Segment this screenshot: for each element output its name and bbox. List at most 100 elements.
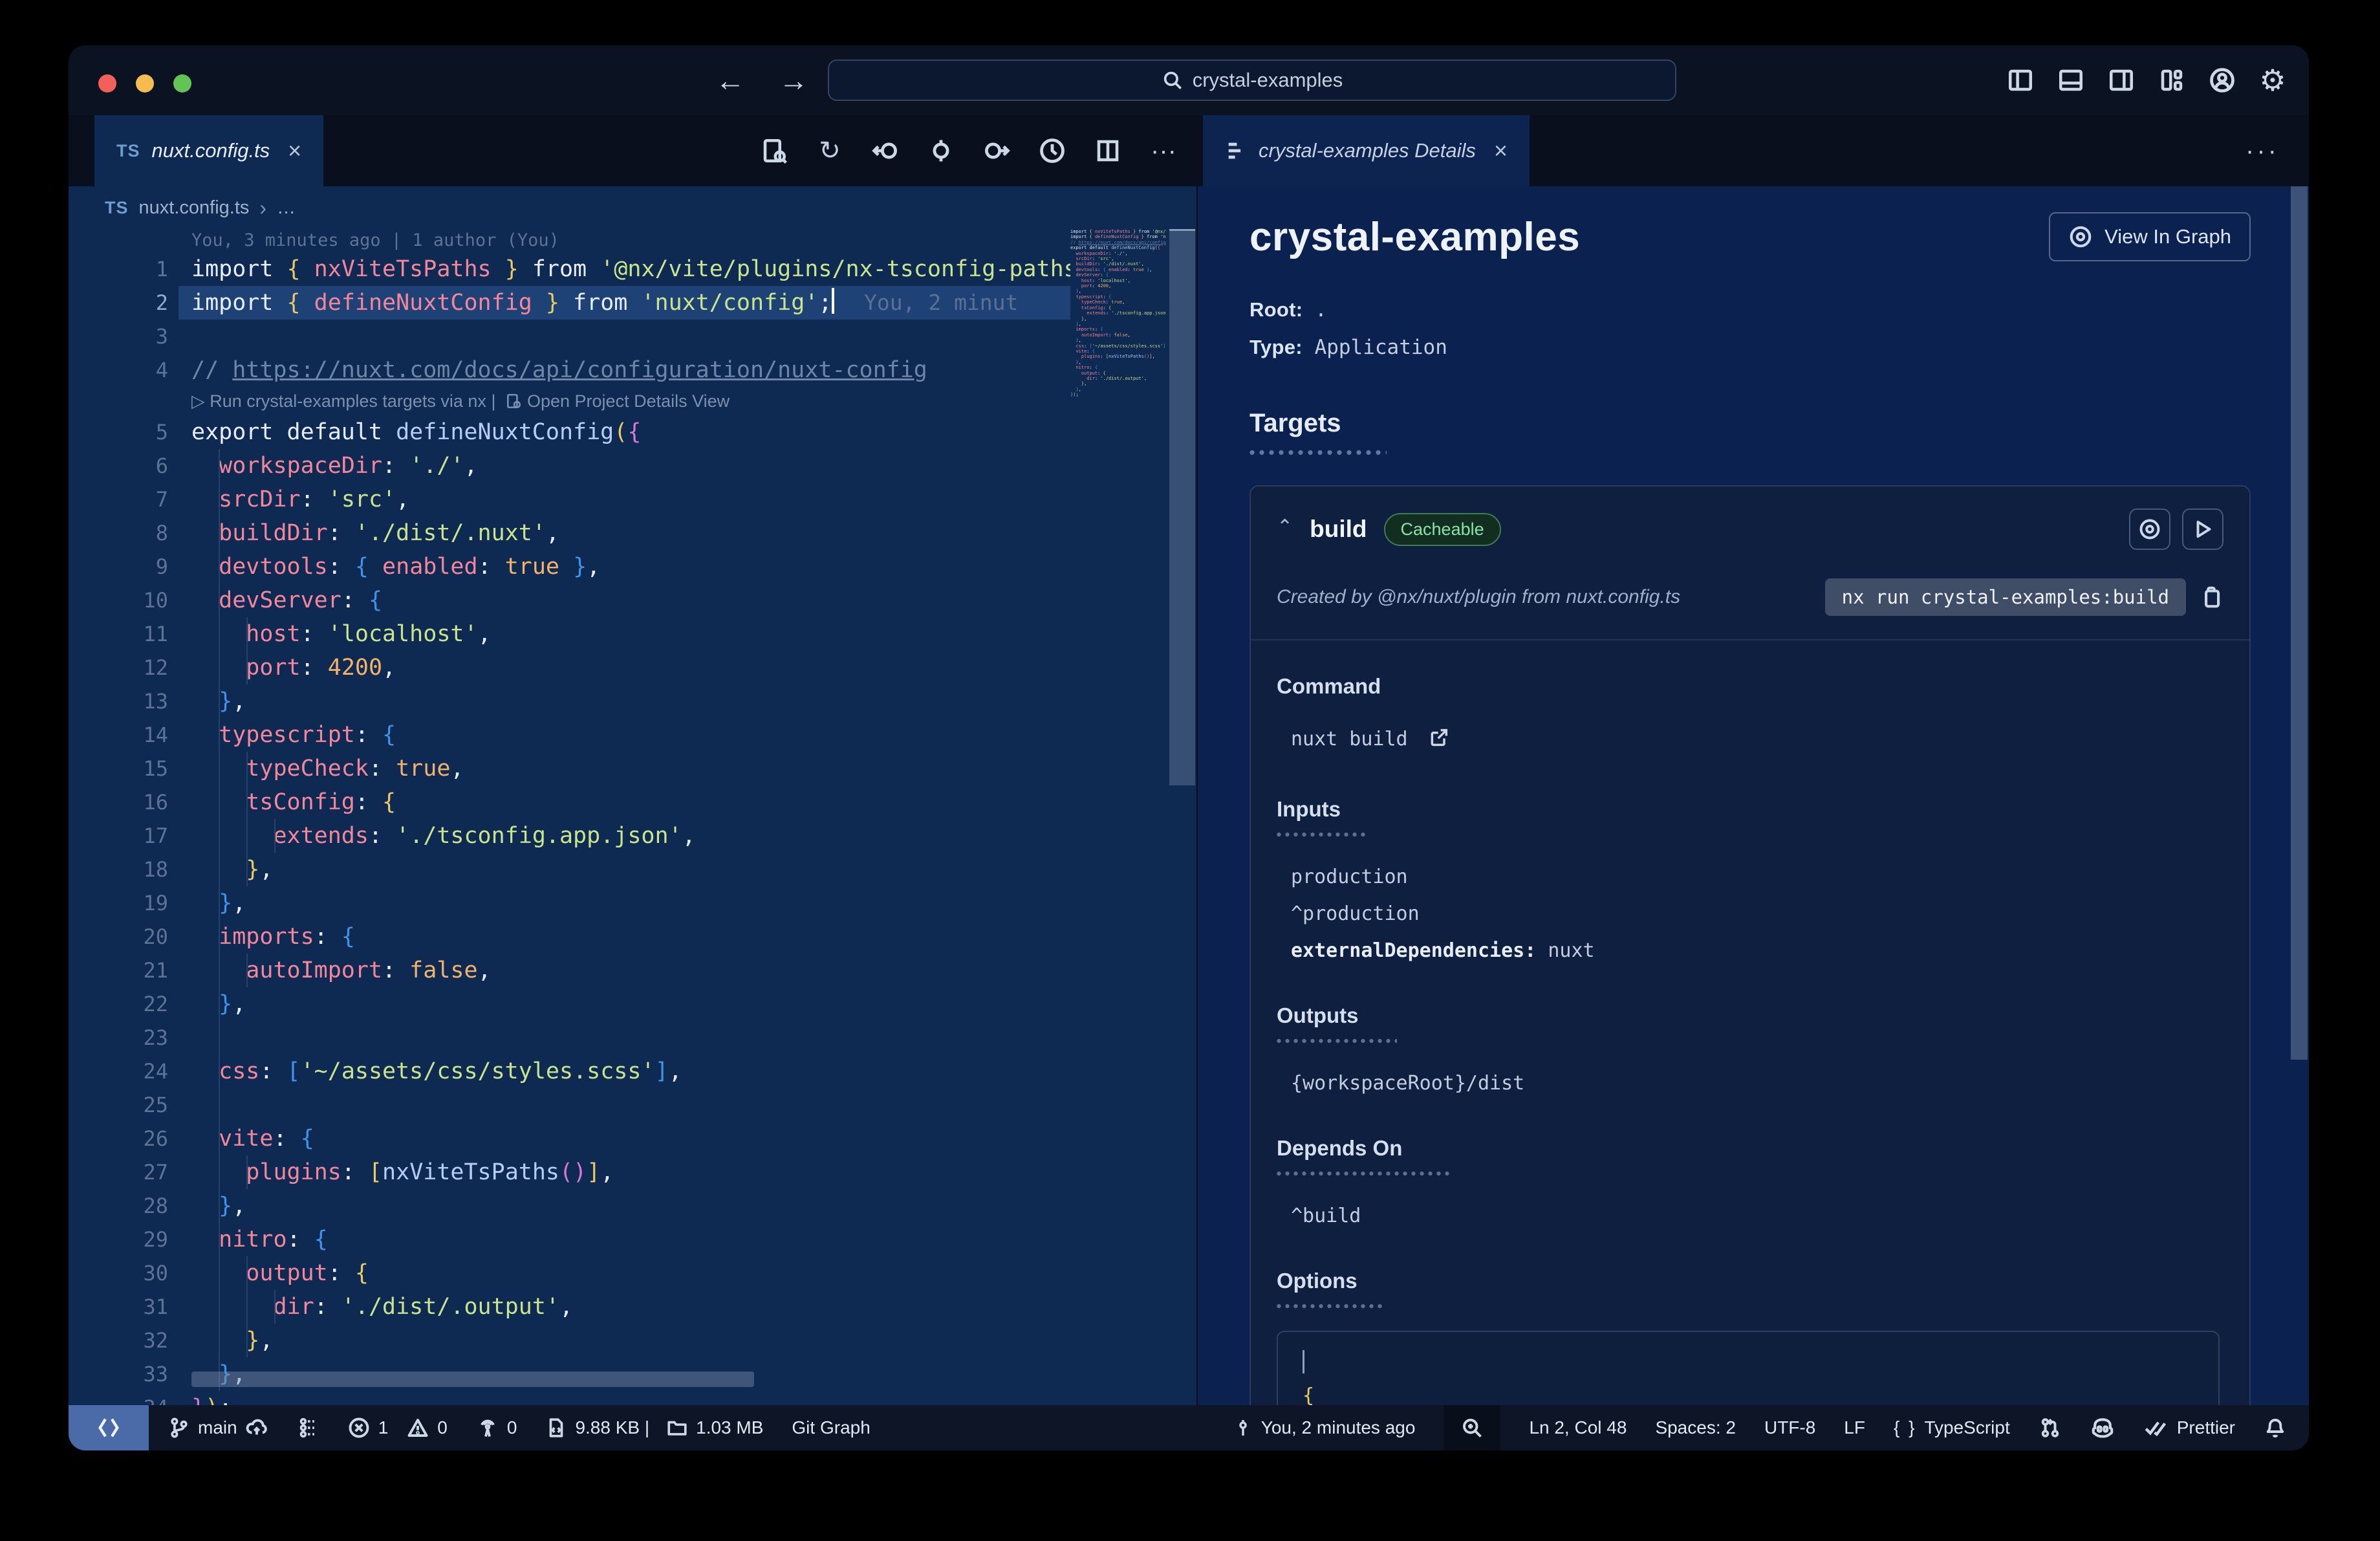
code-lines: You, 3 minutes ago | 1 author (You) 1 impo… (69, 229, 1070, 1405)
blame-annotation: You, 3 minutes ago | 1 author (You) (191, 230, 559, 250)
inputs-heading: Inputs (1277, 797, 1341, 821)
input-item: ^production (1291, 902, 1420, 925)
remote-icon (98, 1418, 119, 1437)
inline-blame: You, 2 minut (864, 290, 1019, 315)
copilot-status[interactable] (2090, 1415, 2115, 1440)
targets-heading: Targets (1250, 409, 1341, 437)
timeline-icon[interactable] (1037, 136, 1067, 166)
run-target-button[interactable] (2182, 508, 2223, 550)
indentation-status[interactable]: Spaces: 2 (1655, 1417, 1736, 1438)
code-line: 4// https://nuxt.com/docs/api/configurat… (155, 357, 927, 383)
extension-status[interactable] (2039, 1416, 2062, 1439)
indent-guide (219, 449, 220, 1391)
command-value: nuxt build (1277, 727, 2223, 750)
breadcrumb[interactable]: TS nuxt.config.ts › … (69, 186, 1196, 229)
input-item: externalDependencies: nuxt (1291, 939, 1595, 962)
panel-more-actions-icon[interactable]: ··· (2245, 115, 2279, 186)
nav-forward-icon[interactable]: → (779, 63, 808, 98)
targets-dots (1250, 450, 1387, 455)
editor-horizontal-scrollbar[interactable] (191, 1372, 754, 1387)
command-center-search[interactable]: crystal-examples (828, 60, 1676, 101)
file-size-status[interactable]: 9.88 KB | 1.03 MB (545, 1417, 763, 1439)
more-actions-icon[interactable]: ··· (1149, 136, 1178, 166)
close-panel-tab-icon[interactable]: × (1494, 137, 1508, 164)
copy-command-icon[interactable] (2199, 585, 2223, 609)
open-preview-icon[interactable] (759, 136, 789, 166)
nx-run-command-chip[interactable]: nx run crystal-examples:build (1824, 578, 2186, 616)
problems-status[interactable]: 1 0 (347, 1416, 448, 1439)
zoom-status[interactable] (1444, 1405, 1501, 1450)
account-icon[interactable] (2208, 66, 2236, 94)
blame-status[interactable]: You, 2 minutes ago (1233, 1417, 1415, 1438)
remote-indicator[interactable] (69, 1405, 149, 1450)
toggle-secondary-sidebar-icon[interactable] (2107, 66, 2136, 94)
run-target-codelens[interactable]: Run crystal-examples targets via nx (210, 391, 491, 411)
forwarded-ports-status[interactable]: 0 (476, 1416, 517, 1439)
view-target-in-graph-button[interactable] (2129, 508, 2170, 550)
code-line: 1 import { nxViteTsPaths } from '@nx/vite… (155, 256, 1070, 282)
toggle-primary-sidebar-icon[interactable] (2006, 66, 2035, 94)
refresh-icon[interactable]: ↻ (815, 136, 845, 166)
toggle-panel-icon[interactable] (2057, 66, 2085, 94)
collapse-chevron-icon[interactable]: ⌃ (1277, 516, 1293, 538)
open-details-icon[interactable] (505, 391, 527, 411)
nav-back-icon[interactable]: ← (715, 63, 745, 98)
editor-vertical-scrollbar[interactable] (1169, 229, 1195, 1405)
git-branch-icon (171, 1417, 188, 1438)
indent-guide (246, 617, 248, 684)
language-status[interactable]: { } TypeScript (1894, 1417, 2010, 1438)
external-link-icon[interactable] (1429, 727, 1449, 748)
next-change-icon[interactable] (982, 136, 1012, 166)
eol-status[interactable]: LF (1844, 1417, 1865, 1438)
code-editor[interactable]: You, 3 minutes ago | 1 author (You) 1 impo… (69, 229, 1196, 1405)
minimap[interactable]: import { nxViteTsPaths } from '@nx/vite/… (1070, 229, 1166, 1405)
current-change-icon[interactable] (926, 136, 956, 166)
created-by-text: Created by @nx/nuxt/plugin from nuxt.con… (1277, 586, 1681, 607)
code-line: 2 import { defineNuxtConfig } from 'nuxt/… (69, 286, 1070, 320)
view-in-graph-button[interactable]: View In Graph (2049, 212, 2251, 261)
nx-details-pane: crystal-examples Details × ··· crystal-e… (1196, 115, 2309, 1405)
formatter-status[interactable]: Prettier (2143, 1415, 2235, 1441)
minimize-window-button[interactable] (136, 74, 154, 93)
code-line: 3 (155, 324, 168, 349)
close-tab-icon[interactable]: × (288, 137, 301, 164)
panel-vertical-scrollbar[interactable] (2291, 186, 2308, 1060)
git-graph-status[interactable]: Git Graph (792, 1417, 870, 1438)
copilot-icon (2092, 1418, 2114, 1438)
customize-layout-icon[interactable] (2158, 66, 2186, 94)
statusbar: main 1 0 0 9.88 KB | 1.03 MB Git Graph Y… (69, 1405, 2309, 1450)
window-controls (98, 74, 191, 93)
code-line: 34}); (69, 1391, 1070, 1405)
git-branch-status[interactable]: main (168, 1416, 268, 1439)
play-icon (2196, 520, 2211, 538)
tab-nuxt-config[interactable]: TS nuxt.config.ts × (94, 115, 324, 186)
file-icon (550, 1418, 563, 1437)
pull-request-icon (2041, 1418, 2059, 1437)
depends-on-heading: Depends On (1277, 1136, 1403, 1160)
project-root: Root: . (1250, 298, 1327, 322)
options-json-editor[interactable]: { "cwd": "."} (1277, 1331, 2220, 1405)
notifications-status[interactable] (2264, 1416, 2287, 1439)
settings-gear-icon[interactable]: ⚙ (2258, 63, 2287, 97)
editor-tabbar: TS nuxt.config.ts × ↻ ··· (69, 115, 1196, 186)
folder-icon (667, 1421, 687, 1436)
eye-icon (2139, 519, 2160, 540)
panel-tabbar: crystal-examples Details × ··· (1198, 115, 2309, 186)
previous-change-icon[interactable] (871, 136, 900, 166)
breadcrumb-more[interactable]: … (277, 197, 296, 219)
close-window-button[interactable] (98, 74, 116, 93)
eye-icon (2070, 226, 2092, 248)
open-project-details-codelens[interactable]: Open Project Details View (527, 391, 730, 411)
split-editor-icon[interactable] (1093, 136, 1123, 166)
compare-changes-status[interactable] (297, 1417, 319, 1439)
tab-project-details[interactable]: crystal-examples Details × (1203, 115, 1530, 186)
cursor-position-status[interactable]: Ln 2, Col 48 (1529, 1417, 1627, 1438)
outputs-heading: Outputs (1277, 1003, 1359, 1027)
compare-changes-icon (299, 1417, 314, 1438)
encoding-status[interactable]: UTF-8 (1764, 1417, 1815, 1438)
panel-tab-label: crystal-examples Details (1259, 139, 1476, 162)
breadcrumb-file[interactable]: nuxt.config.ts (139, 197, 250, 219)
maximize-window-button[interactable] (173, 74, 191, 93)
codelens-row: ▷ Run crystal-examples targets via nx | … (191, 391, 730, 411)
run-target-codelens[interactable]: ▷ (191, 391, 210, 411)
